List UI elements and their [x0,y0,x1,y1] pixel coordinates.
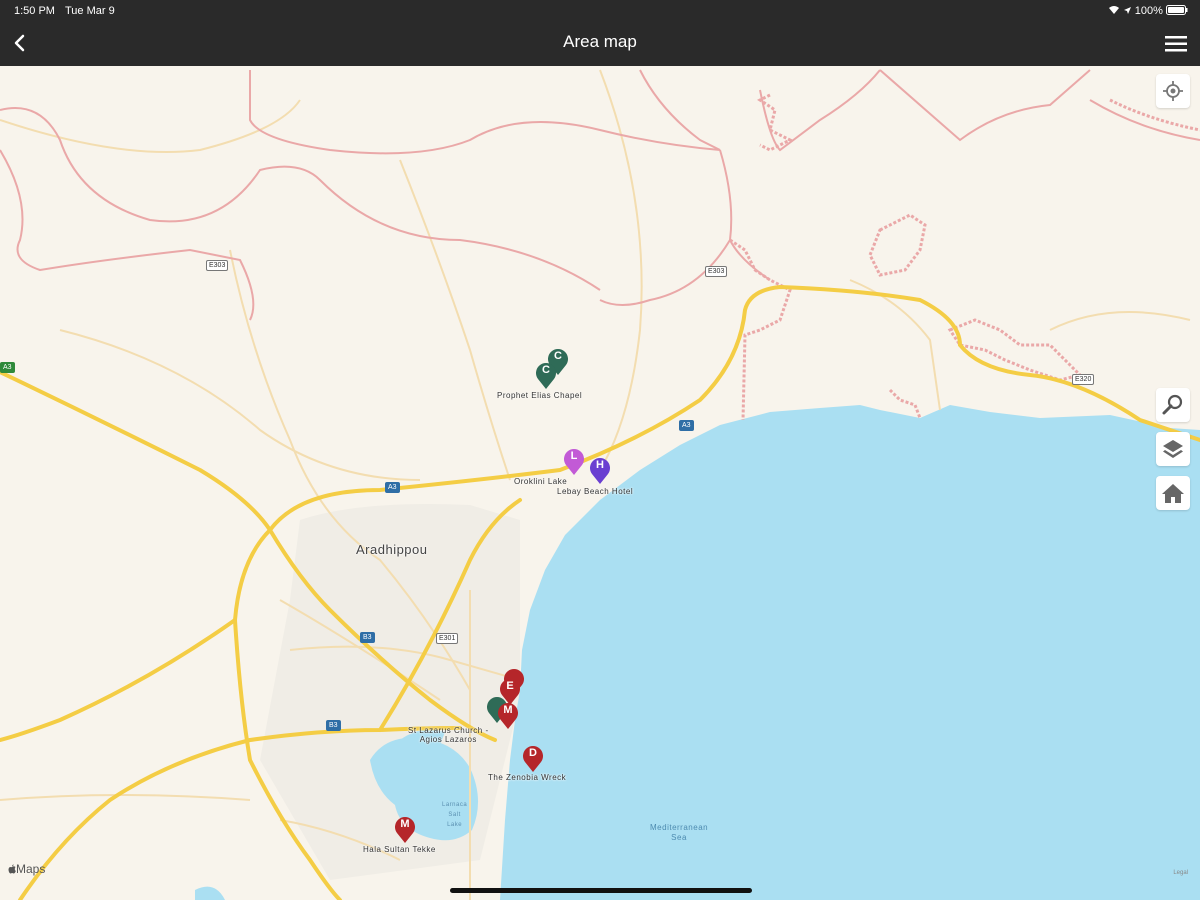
menu-button[interactable] [1162,30,1190,58]
map-marker-dive[interactable]: D [521,743,545,773]
maps-attribution[interactable]: Maps [8,862,45,876]
road-shield: A3 [0,362,15,373]
marker-letter: H [596,459,604,471]
map-marker-chapel[interactable]: C [534,360,558,390]
road-shield: E301 [436,633,459,644]
wifi-icon [1108,6,1119,14]
attribution-text: Maps [16,862,46,876]
marker-letter: M [400,818,410,830]
road-shield: E303 [705,266,728,277]
layers-icon [1163,440,1183,458]
search-icon [1162,394,1183,415]
status-right: 100% [1108,5,1188,17]
home-icon [1162,484,1184,503]
home-indicator [450,888,752,893]
battery-percent: 100% [1134,5,1163,17]
label-line: Larnaca [442,802,468,808]
road-shield: B3 [360,632,375,643]
battery-icon [1166,5,1188,15]
locate-icon [1163,81,1183,101]
page-title: Area map [563,32,637,51]
label-line: Lake [447,822,463,828]
label-line: Agios Lazaros [419,735,477,744]
marker-letter: M [503,704,513,716]
road-shield: E303 [206,260,229,271]
map-marker-hotel[interactable]: H [588,455,612,485]
label-line: Sea [671,833,687,842]
status-date: Tue Mar 9 [64,5,115,17]
apple-logo-icon [8,864,16,874]
map-marker-museum[interactable]: M [393,814,417,844]
status-time-date: 1:50 PM Tue Mar 9 [14,5,115,17]
marker-letter: D [529,747,537,759]
sea-label: Mediterranean Sea [650,823,708,843]
nav-bar: Area map [0,22,1200,66]
locate-button[interactable] [1156,74,1190,108]
road-shield: B3 [326,720,341,731]
legal-link[interactable]: Legal [1173,870,1188,876]
place-label-st-lazarus: St Lazarus Church - Agios Lazaros [408,726,489,744]
marker-letter: E [506,680,514,692]
status-bar: 1:50 PM Tue Mar 9 100% [0,0,1200,22]
map-marker-lake[interactable]: L [562,446,586,476]
home-button[interactable] [1156,476,1190,510]
layers-button[interactable] [1156,432,1190,466]
place-label-oroklini-lake: Oroklini Lake [514,477,568,486]
label-line: Mediterranean [650,823,709,832]
place-label-hala-sultan: Hala Sultan Tekke [363,845,436,854]
place-label-salt-lake: Larnaca Salt Lake [442,800,467,830]
location-arrow-icon [1123,7,1131,14]
road-shield: A3 [679,420,694,431]
status-time: 1:50 PM [14,5,55,17]
road-shield: E320 [1072,374,1095,385]
marker-letter: C [542,364,550,376]
label-line: Salt [448,812,461,818]
place-label-zenobia: The Zenobia Wreck [488,773,567,782]
town-label: Aradhippou [356,542,428,557]
road-shield: A3 [385,482,400,493]
hamburger-menu-icon [1165,36,1187,52]
place-label-prophet-elias: Prophet Elias Chapel [497,391,583,400]
search-button[interactable] [1156,388,1190,422]
map-marker-museum[interactable]: M [496,700,520,730]
label-line: St Lazarus Church - [408,726,489,735]
place-label-lebay-hotel: Lebay Beach Hotel [557,487,634,496]
map-view[interactable]: E303 E303 A3 A3 E320 E301 B3 B3 A3 Aradh… [0,66,1200,900]
marker-letter: L [570,450,578,462]
